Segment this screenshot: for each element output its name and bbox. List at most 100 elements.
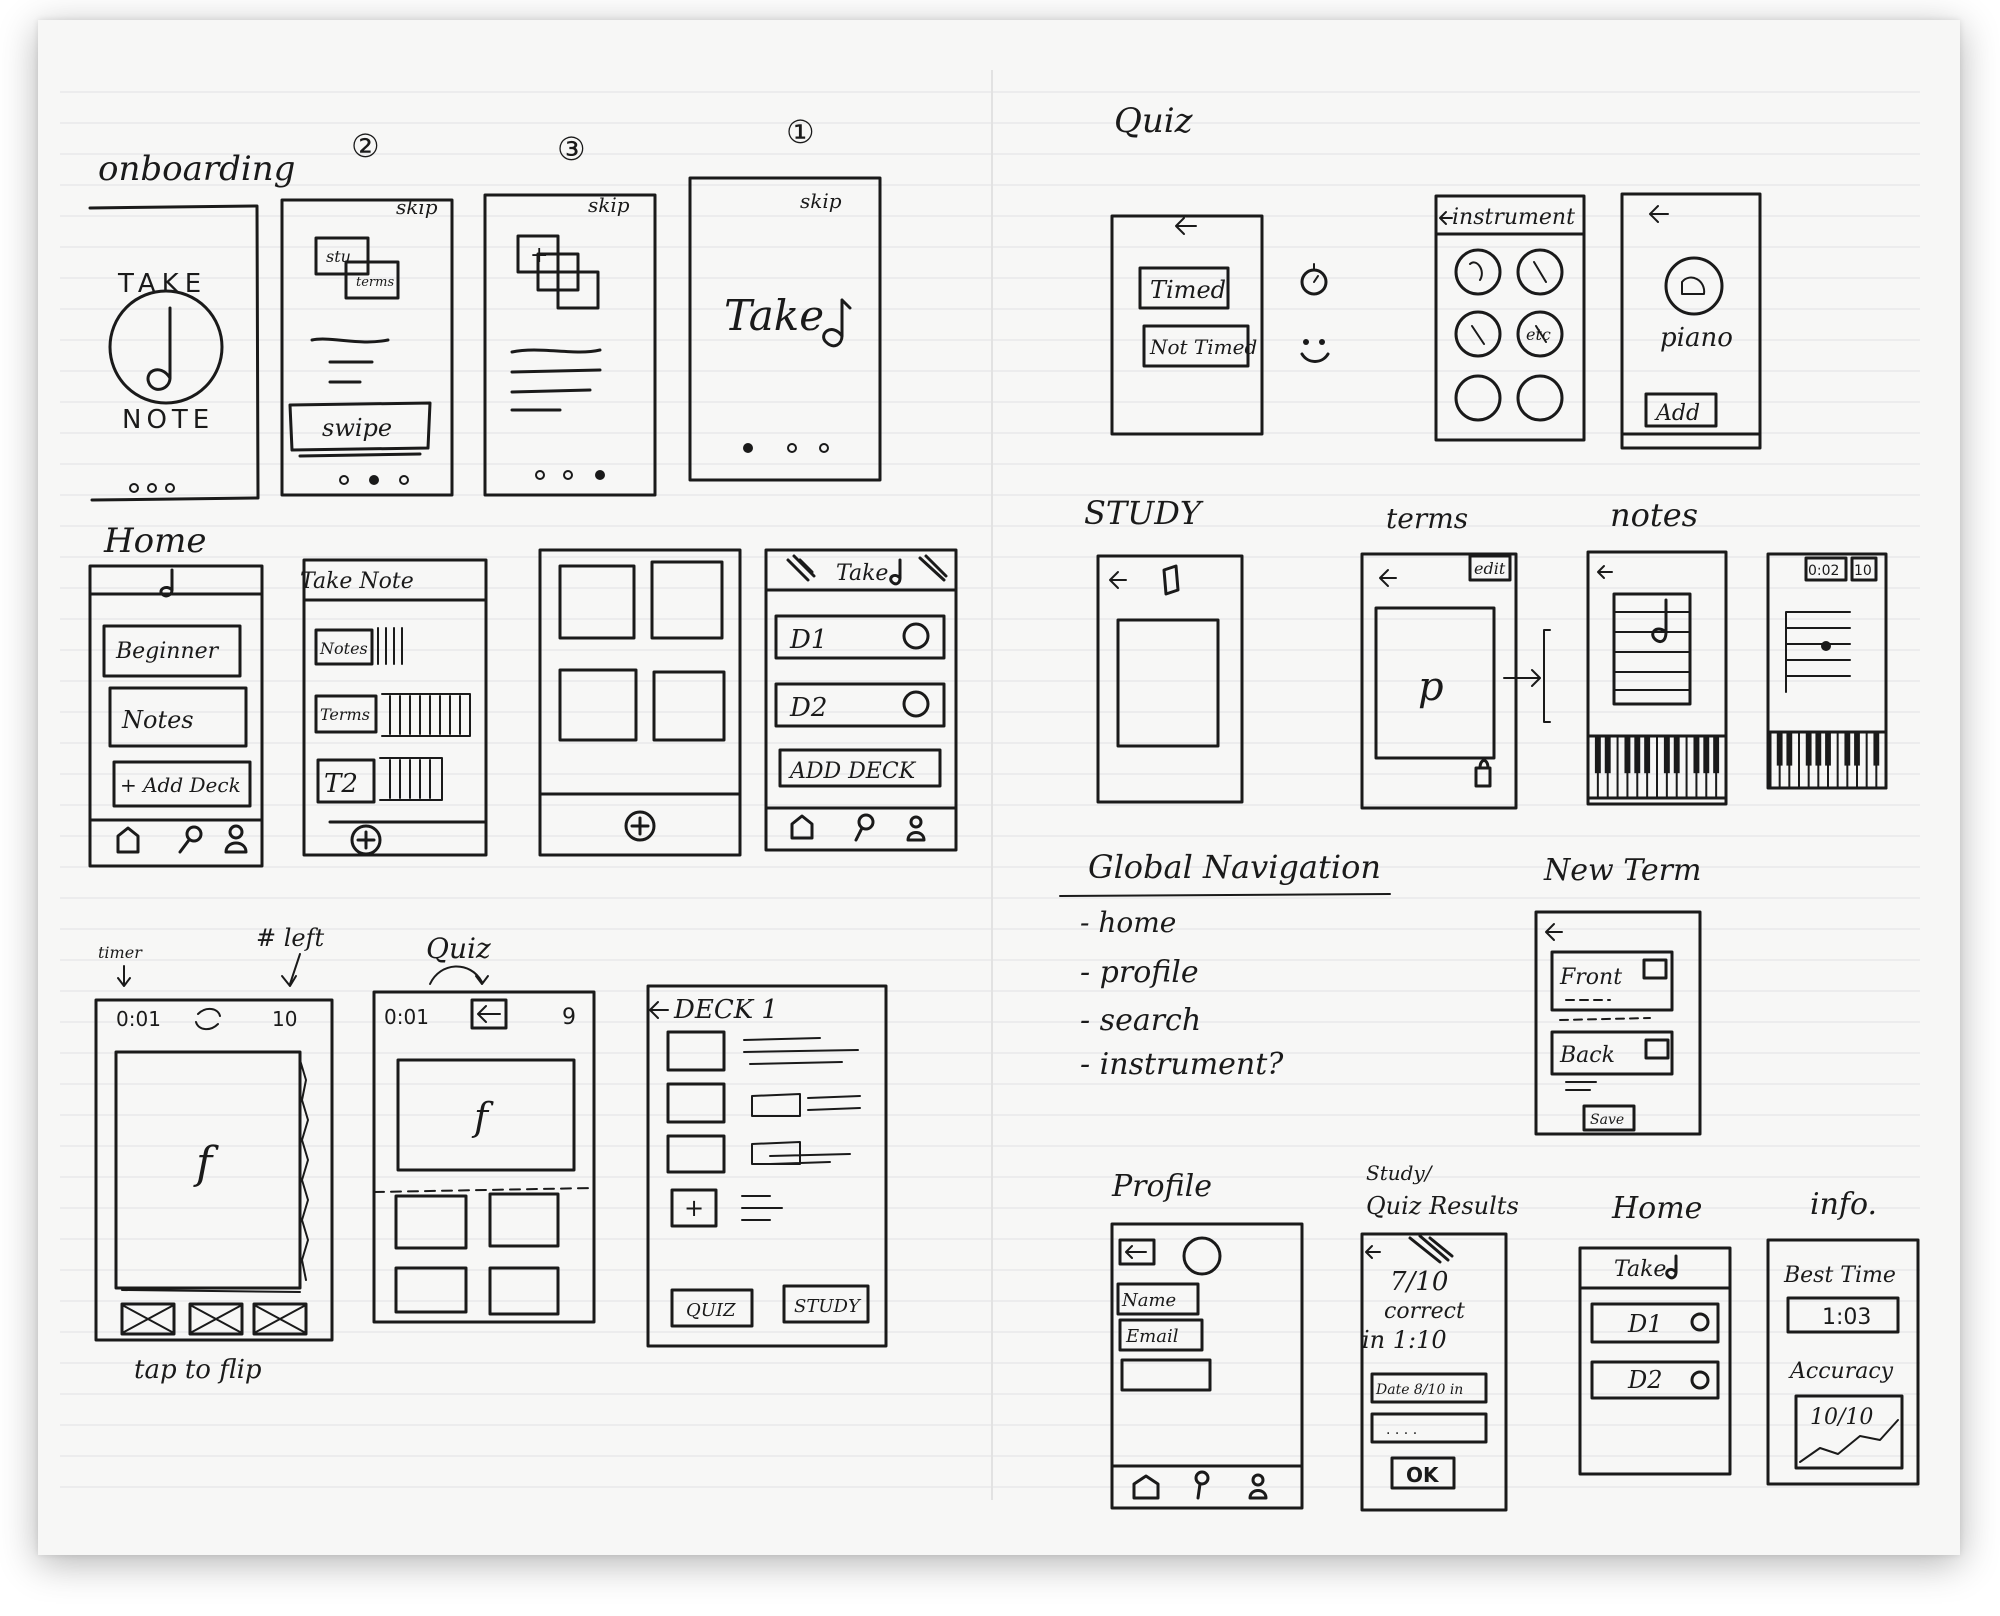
term-row[interactable] bbox=[666, 1030, 859, 1072]
back-icon[interactable] bbox=[1109, 571, 1127, 589]
row-label: Terms bbox=[320, 705, 370, 724]
repeat-icon[interactable] bbox=[195, 1008, 221, 1030]
camera-icon[interactable] bbox=[1642, 958, 1668, 980]
page-dots bbox=[535, 470, 605, 480]
deck-label: D1 bbox=[1627, 1310, 1663, 1338]
step-number-3: ③ bbox=[557, 130, 586, 168]
answer-option[interactable] bbox=[252, 1302, 308, 1336]
home-heading-2: Home bbox=[1611, 1191, 1702, 1226]
instrument-option[interactable] bbox=[1454, 374, 1502, 422]
home-section: Home Beginner Notes + Add Deck Take Note… bbox=[88, 521, 958, 868]
card-symbol: f bbox=[471, 1095, 494, 1139]
answer-option[interactable] bbox=[488, 1192, 560, 1248]
answer-option[interactable] bbox=[488, 1266, 560, 1316]
etc-label: etc bbox=[1526, 325, 1551, 344]
skip-link[interactable]: skip bbox=[800, 189, 842, 213]
quiz-flow-section: timer # left Quiz tap to flip 0:01 10 f … bbox=[94, 924, 888, 1385]
quiz-section: Quiz Timed Not Timed instrument etc pian… bbox=[1110, 101, 1762, 450]
nav-item: - instrument? bbox=[1080, 1047, 1284, 1082]
home-icon[interactable] bbox=[790, 814, 814, 840]
answer-option[interactable] bbox=[394, 1266, 468, 1314]
back-icon[interactable] bbox=[1365, 1245, 1381, 1259]
deck-detail-screen: DECK 1 + QUIZ STUDY bbox=[646, 984, 888, 1348]
new-term-heading: New Term bbox=[1543, 853, 1701, 888]
add-deck-label: ADD DECK bbox=[788, 759, 917, 784]
timer-text: 0:01 bbox=[116, 1007, 161, 1031]
name-label: Name bbox=[1121, 1290, 1176, 1311]
lock-icon[interactable] bbox=[1162, 564, 1180, 596]
best-time-value: 1:03 bbox=[1822, 1305, 1871, 1330]
study-section: STUDY terms notes edit p 0:02 10 bbox=[1084, 494, 1888, 810]
profile-icon[interactable] bbox=[224, 824, 248, 854]
add-label: Add bbox=[1654, 401, 1700, 426]
back-label: Back bbox=[1559, 1043, 1615, 1068]
back-icon[interactable] bbox=[1175, 217, 1197, 235]
study-card[interactable] bbox=[1116, 618, 1220, 748]
deck-label: D2 bbox=[789, 693, 827, 723]
back-icon[interactable] bbox=[1379, 569, 1397, 587]
instrument-option[interactable] bbox=[1516, 374, 1564, 422]
history-placeholder: . . . . bbox=[1386, 1422, 1417, 1438]
info-screen: Best Time 1:03 Accuracy 10/10 bbox=[1766, 1238, 1920, 1486]
home-screen-2: Take Note Notes Terms T2 bbox=[300, 558, 488, 857]
correct-text: correct bbox=[1384, 1299, 1465, 1324]
nav-item: - home bbox=[1080, 906, 1176, 939]
back-icon[interactable] bbox=[1597, 565, 1613, 579]
back-icon[interactable] bbox=[1545, 923, 1563, 941]
camera-icon[interactable] bbox=[1644, 1038, 1670, 1060]
lock-icon[interactable] bbox=[1474, 759, 1492, 788]
piano-keyboard[interactable] bbox=[1586, 734, 1728, 800]
deck-row[interactable]: T2 bbox=[316, 757, 443, 804]
term-row[interactable] bbox=[666, 1134, 851, 1174]
info-icon[interactable] bbox=[1690, 1370, 1710, 1390]
search-icon[interactable] bbox=[1194, 1470, 1210, 1500]
history-label: Date 8/10 in bbox=[1375, 1382, 1463, 1398]
back-icon[interactable] bbox=[1649, 205, 1669, 223]
quiz-card-screen-2: 0:01 9 f bbox=[372, 990, 596, 1324]
answer-option[interactable] bbox=[394, 1194, 468, 1250]
answer-option[interactable] bbox=[120, 1302, 176, 1336]
quiz-annotation: Quiz bbox=[426, 932, 491, 965]
instrument-option[interactable] bbox=[1454, 248, 1502, 296]
onboarding-heading: onboarding bbox=[98, 149, 295, 189]
ok-label: OK bbox=[1406, 1463, 1440, 1487]
onboarding-section: onboarding ② ③ ① TAKE NOTE skip stu term… bbox=[88, 113, 882, 502]
search-icon[interactable] bbox=[178, 825, 203, 854]
deck-row[interactable]: Terms bbox=[314, 693, 471, 737]
deck-row[interactable]: Notes bbox=[314, 627, 403, 666]
quiz-heading: Quiz bbox=[1114, 101, 1194, 141]
instrument-name: piano bbox=[1660, 323, 1733, 353]
deck-button[interactable]: Notes bbox=[121, 706, 194, 734]
info-icon[interactable] bbox=[1690, 1312, 1710, 1332]
home-icon[interactable] bbox=[116, 826, 140, 854]
extra-field[interactable] bbox=[1120, 1358, 1212, 1392]
notes-screen-1 bbox=[1586, 550, 1728, 806]
piano-keyboard[interactable] bbox=[1768, 730, 1888, 790]
quiz-mode-screen: Timed Not Timed bbox=[1110, 214, 1330, 436]
skip-link[interactable]: skip bbox=[588, 193, 630, 217]
app-title: Take Note bbox=[300, 569, 414, 594]
screen-frame bbox=[1534, 910, 1702, 1136]
hamburger-icon[interactable] bbox=[786, 554, 816, 582]
answer-option[interactable] bbox=[188, 1302, 244, 1336]
deck-button[interactable]: Beginner bbox=[115, 639, 220, 664]
plus-icon: + bbox=[684, 1194, 704, 1222]
back-icon[interactable] bbox=[649, 1001, 669, 1019]
score-text: 7/10 bbox=[1390, 1267, 1448, 1297]
skip-link[interactable]: skip bbox=[396, 195, 438, 219]
deck-title: DECK 1 bbox=[673, 995, 778, 1025]
take-label: TAKE bbox=[117, 269, 207, 299]
stopwatch-icon bbox=[1300, 263, 1328, 296]
study-screen bbox=[1096, 554, 1244, 804]
info-heading: info. bbox=[1810, 1187, 1877, 1222]
tap-annotation: tap to flip bbox=[134, 1355, 262, 1385]
back-icon[interactable] bbox=[1439, 211, 1453, 225]
quiz-card-screen-1: 0:01 10 f bbox=[94, 998, 334, 1342]
accuracy-value: 10/10 bbox=[1810, 1405, 1873, 1430]
add-deck-button[interactable]: + Add Deck bbox=[120, 773, 241, 797]
term-row[interactable] bbox=[666, 1082, 861, 1124]
onboarding-screen-3: skip + bbox=[483, 193, 657, 497]
global-nav-heading: Global Navigation bbox=[1088, 848, 1381, 886]
avatar[interactable] bbox=[1182, 1236, 1222, 1276]
nav-item: - search bbox=[1080, 1003, 1201, 1038]
